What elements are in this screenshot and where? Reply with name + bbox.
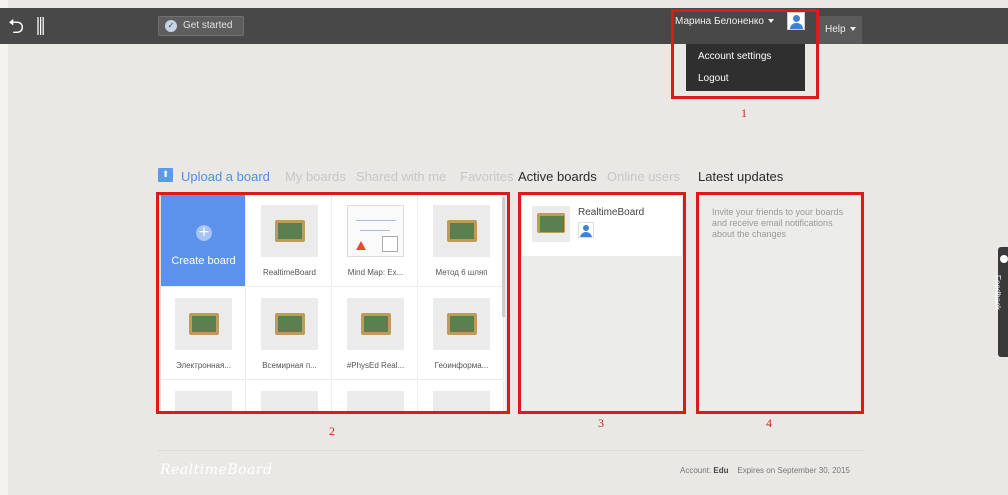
footer-logo: RealtimeBoard — [160, 462, 273, 478]
help-menu[interactable]: Help — [818, 16, 862, 44]
online-users-title[interactable]: Online users — [607, 169, 680, 184]
highlight-box-1 — [671, 9, 819, 99]
feedback-label: Feedback — [993, 275, 1002, 311]
upload-icon: ⬆ — [158, 168, 173, 182]
feedback-icon — [1000, 255, 1008, 263]
feedback-tab[interactable]: Feedback — [993, 247, 1008, 357]
footer-divider — [158, 450, 863, 451]
get-started-label: Get started — [183, 20, 233, 31]
undo-arrow-icon[interactable]: ⮌ — [8, 8, 24, 44]
tab-my-boards[interactable]: My boards — [285, 169, 346, 184]
help-label: Help — [825, 24, 846, 35]
highlight-box-4 — [696, 192, 864, 414]
tab-upload-board[interactable]: Upload a board — [181, 169, 270, 184]
marker-3: 3 — [598, 416, 604, 430]
tab-shared-with-me[interactable]: Shared with me — [356, 169, 446, 184]
marker-1: 1 — [741, 106, 747, 120]
left-margin — [0, 0, 8, 495]
highlight-box-3 — [518, 192, 686, 414]
highlight-box-2 — [156, 192, 510, 414]
marker-4: 4 — [766, 416, 772, 430]
sidebar-toggle-icon[interactable]: ⫼ — [36, 8, 45, 44]
get-started-button[interactable]: ✓ Get started — [158, 16, 244, 36]
tab-favorites[interactable]: Favorites — [460, 169, 513, 184]
latest-updates-title: Latest updates — [698, 169, 784, 184]
account-plan: Edu — [713, 466, 729, 475]
account-label: Account: — [680, 466, 712, 475]
top-toolbar: ⮌ ⫼ ✓ Get started Help — [0, 8, 1008, 44]
expiry-date: Expires on September 30, 2015 — [737, 466, 850, 475]
checkmark-icon: ✓ — [165, 20, 177, 32]
account-info: Account: Edu Expires on September 30, 20… — [680, 466, 850, 475]
marker-2: 2 — [329, 424, 335, 438]
active-boards-title[interactable]: Active boards — [518, 169, 597, 184]
chevron-down-icon — [849, 27, 856, 32]
